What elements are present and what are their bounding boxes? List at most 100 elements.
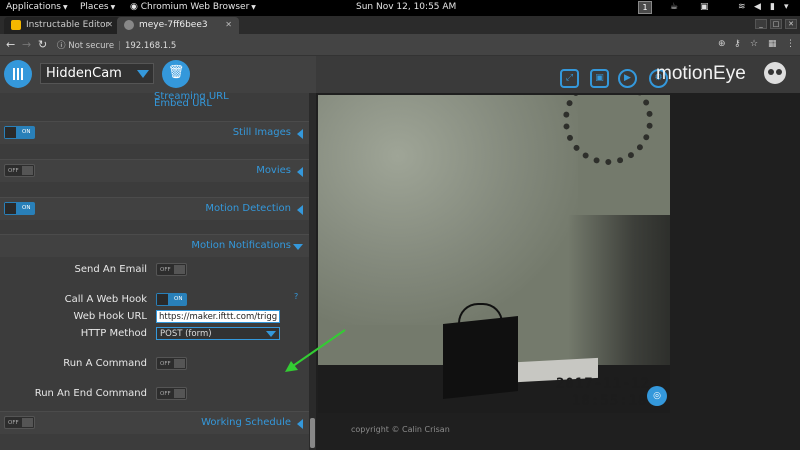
run-end-command-label: Run An End Command <box>34 388 147 399</box>
annotation-arrow <box>285 329 346 372</box>
system-top-bar: Applications ▼ Places ▼ ◉ Chromium Web Bro… <box>0 0 800 16</box>
places-menu[interactable]: Places ▼ <box>80 2 115 12</box>
settings-menu-button[interactable] <box>4 60 32 88</box>
camera-date-overlay: 2017-11-12 <box>556 376 651 392</box>
battery-icon[interactable]: ▮ <box>770 2 775 12</box>
camera-select[interactable]: HiddenCam <box>40 63 154 84</box>
tab-label: meye-7ff6bee3 <box>139 20 208 30</box>
scrollbar-thumb[interactable] <box>310 418 315 448</box>
browser-app-label: Chromium Web Browser <box>140 2 250 12</box>
section-still-images[interactable]: ON Still Images <box>0 121 309 144</box>
address-bar[interactable]: ⓘ Not secure | 192.168.1.5 <box>57 37 757 53</box>
minimize-icon[interactable]: _ <box>755 19 767 29</box>
still-images-toggle[interactable]: ON <box>4 126 35 139</box>
send-email-toggle[interactable]: OFF <box>156 263 187 276</box>
section-movies[interactable]: OFF Movies <box>0 159 309 182</box>
copyright: copyright © Calin Crisan <box>351 425 450 434</box>
embed-url-link[interactable]: Embed URL <box>154 98 212 109</box>
help-icon[interactable]: ? <box>294 292 298 301</box>
movies-play-icon[interactable]: ▶ <box>618 69 637 88</box>
section-working-schedule[interactable]: OFF Working Schedule <box>0 411 309 434</box>
applications-menu[interactable]: Applications ▼ <box>6 2 68 12</box>
wall-shadow <box>568 215 670 375</box>
menu-bar-icon <box>17 68 19 80</box>
chevron-down-icon <box>266 331 276 337</box>
bag <box>443 316 518 399</box>
coffee-icon[interactable]: ☕ <box>670 2 678 12</box>
tab-instructable-editor[interactable]: Instructable Editor ✕ <box>4 17 120 34</box>
section-title: Motion Notifications <box>191 240 291 251</box>
send-email-label: Send An Email <box>74 264 147 275</box>
close-icon[interactable]: ✕ <box>225 20 232 29</box>
browser-toolbar: ← → ↻ ⓘ Not secure | 192.168.1.5 ⊕ ⚷ ☆ ▦ ⋮ <box>0 34 800 56</box>
volume-icon[interactable]: ◀ <box>754 2 761 12</box>
menu-bar-icon <box>13 68 15 80</box>
section-title: Motion Detection <box>205 203 291 214</box>
tab-meye[interactable]: meye-7ff6bee3 ✕ <box>117 17 239 34</box>
back-icon[interactable]: ← <box>6 38 15 51</box>
chevron-left-icon <box>297 205 303 215</box>
movies-toggle[interactable]: OFF <box>4 164 35 177</box>
browser-menu-icon[interactable]: ⋮ <box>786 39 795 49</box>
owl-logo-icon <box>764 62 786 84</box>
http-method-select[interactable]: POST (form) <box>156 327 280 340</box>
chevron-left-icon <box>297 167 303 177</box>
camera-select-value: HiddenCam <box>46 66 122 81</box>
chevron-left-icon <box>297 419 303 429</box>
run-command-toggle[interactable]: OFF <box>156 357 187 370</box>
applications-label: Applications <box>6 2 61 12</box>
settings-header: HiddenCam 🗑 <box>0 56 316 93</box>
info-icon[interactable]: ⓘ <box>57 41 66 51</box>
web-hook-url-input[interactable]: https://maker.ifttt.com/trigg <box>156 310 280 323</box>
web-hook-label: Call A Web Hook <box>64 294 147 305</box>
workspace-indicator[interactable]: 1 <box>638 1 652 14</box>
chevron-left-icon <box>297 129 303 139</box>
instructables-favicon-icon <box>11 20 21 30</box>
section-motion-notifications[interactable]: Motion Notifications <box>0 234 309 257</box>
settings-scrollbar[interactable] <box>309 93 316 450</box>
remove-camera-button[interactable]: 🗑 <box>162 60 190 88</box>
annotation-arrow-line <box>289 329 346 369</box>
browser-tab-strip: Instructable Editor ✕ meye-7ff6bee3 ✕ _ … <box>0 16 800 34</box>
run-command-label: Run A Command <box>63 358 147 369</box>
clock[interactable]: Sun Nov 12, 10:55 AM <box>356 2 456 12</box>
security-label: Not secure <box>68 41 115 51</box>
camera-frame[interactable]: 2017-11-12 18:55:18 ◎ <box>318 95 670 413</box>
snapshot-camera-icon[interactable]: ◎ <box>647 386 667 406</box>
chromium-icon: ◉ <box>130 2 138 12</box>
globe-favicon-icon <box>124 20 134 30</box>
section-title: Movies <box>256 165 291 176</box>
section-title: Still Images <box>232 127 291 138</box>
power-menu-icon[interactable]: ▾ <box>784 2 789 12</box>
wifi-icon[interactable]: ≋ <box>738 2 746 12</box>
zoom-icon[interactable]: ⊕ <box>718 39 726 49</box>
camera-time-overlay: 18:55:18 <box>572 393 648 409</box>
reload-icon[interactable]: ↻ <box>38 38 47 51</box>
http-method-value: POST (form) <box>160 329 212 339</box>
tab-label: Instructable Editor <box>26 20 110 30</box>
run-end-command-toggle[interactable]: OFF <box>156 387 187 400</box>
motion-detection-toggle[interactable]: ON <box>4 202 35 215</box>
extension-icon[interactable]: ▦ <box>768 39 777 49</box>
close-window-icon[interactable]: ✕ <box>785 19 797 29</box>
section-title: Working Schedule <box>201 417 291 428</box>
bookmark-star-icon[interactable]: ☆ <box>750 39 758 49</box>
trash-icon: 🗑 <box>167 65 185 80</box>
url-text: 192.168.1.5 <box>124 41 177 51</box>
menu-bar-icon <box>21 68 23 80</box>
chevron-down-icon <box>137 70 149 78</box>
settings-panel: HiddenCam 🗑 Streaming URL Embed URL ON S… <box>0 56 316 450</box>
close-icon[interactable]: ✕ <box>106 20 113 29</box>
working-schedule-toggle[interactable]: OFF <box>4 416 35 429</box>
forward-icon[interactable]: → <box>22 38 31 51</box>
pictures-icon[interactable]: ▣ <box>590 69 609 88</box>
wall-light <box>318 95 578 325</box>
clipboard-icon[interactable]: ▣ <box>700 2 709 12</box>
maximize-icon[interactable]: □ <box>770 19 782 29</box>
places-label: Places <box>80 2 109 12</box>
browser-app-menu[interactable]: ◉ Chromium Web Browser ▼ <box>130 2 256 12</box>
fullscreen-icon[interactable]: ⤢ <box>560 69 579 88</box>
section-motion-detection[interactable]: ON Motion Detection <box>0 197 309 220</box>
key-icon[interactable]: ⚷ <box>734 39 741 49</box>
web-hook-toggle[interactable]: ON <box>156 293 187 306</box>
